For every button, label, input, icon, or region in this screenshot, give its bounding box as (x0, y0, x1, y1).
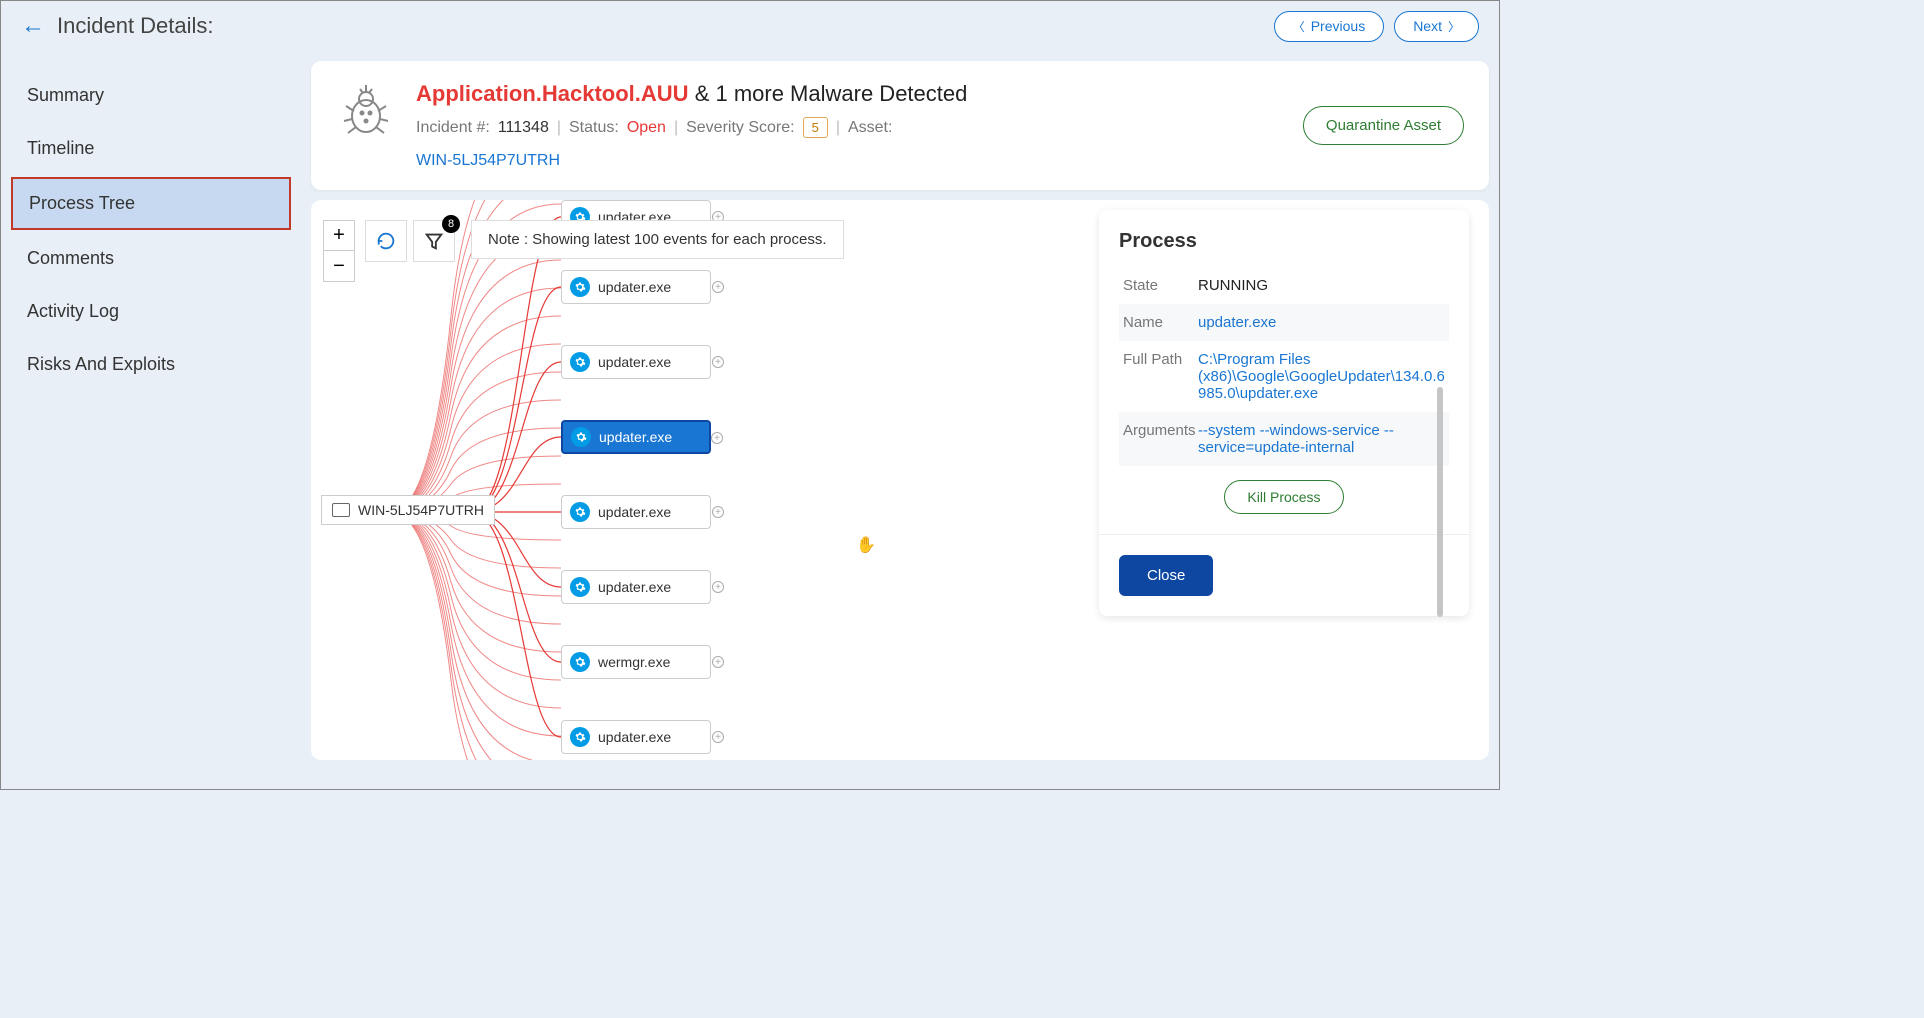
back-arrow-icon[interactable]: ← (21, 12, 45, 40)
details-value: updater.exe (1198, 314, 1445, 331)
asset-link[interactable]: WIN-5LJ54P7UTRH (416, 152, 1283, 170)
root-label: WIN-5LJ54P7UTRH (358, 502, 484, 518)
gear-icon (570, 502, 590, 522)
sidebar: Summary Timeline Process Tree Comments A… (1, 51, 301, 789)
sidebar-item-timeline[interactable]: Timeline (11, 124, 291, 173)
details-label: State (1123, 277, 1198, 294)
tree-note: Note : Showing latest 100 events for eac… (471, 220, 844, 259)
expand-icon[interactable]: + (712, 281, 724, 293)
gear-icon (570, 727, 590, 747)
filter-button[interactable]: 8 (413, 220, 455, 262)
process-label: wermgr.exe (598, 654, 670, 670)
severity-value: 5 (803, 117, 828, 138)
process-node[interactable]: updater.exe+ (561, 345, 711, 379)
filter-badge: 8 (442, 215, 460, 233)
previous-button[interactable]: 〈 Previous (1274, 11, 1384, 42)
pan-cursor-icon: ✋ (856, 535, 876, 555)
process-details-panel: Process StateRUNNINGNameupdater.exeFull … (1099, 210, 1469, 616)
process-node[interactable]: updater.exe+ (561, 720, 711, 754)
sidebar-item-process-tree[interactable]: Process Tree (11, 177, 291, 230)
sidebar-item-comments[interactable]: Comments (11, 234, 291, 283)
page-title: Incident Details: (57, 13, 214, 39)
sidebar-item-risks-exploits[interactable]: Risks And Exploits (11, 340, 291, 389)
process-node[interactable]: updater.exe+ (561, 570, 711, 604)
asset-label: Asset: (848, 119, 892, 137)
incident-num-label: Incident #: (416, 119, 490, 137)
next-label: Next (1413, 18, 1442, 34)
details-row: StateRUNNING (1119, 267, 1449, 304)
process-node[interactable]: updater.exe+ (561, 495, 711, 529)
expand-icon[interactable]: + (712, 656, 724, 668)
details-value: --system --windows-service --service=upd… (1198, 422, 1445, 456)
details-label: Name (1123, 314, 1198, 331)
root-node[interactable]: WIN-5LJ54P7UTRH (321, 495, 495, 525)
expand-icon[interactable]: + (712, 356, 724, 368)
details-row: Full PathC:\Program Files (x86)\Google\G… (1119, 341, 1449, 412)
gear-icon (571, 427, 591, 447)
details-label: Arguments (1123, 422, 1198, 456)
status-value: Open (627, 119, 666, 137)
previous-label: Previous (1311, 18, 1365, 34)
details-value: RUNNING (1198, 277, 1445, 294)
zoom-out-button[interactable]: − (324, 251, 354, 281)
process-label: updater.exe (599, 429, 672, 445)
severity-label: Severity Score: (686, 119, 794, 137)
quarantine-button[interactable]: Quarantine Asset (1303, 106, 1464, 145)
title-suffix: & 1 more Malware Detected (689, 81, 968, 106)
bug-icon (336, 81, 396, 141)
process-tree-canvas[interactable]: + − 8 Note : Showing latest 100 events f… (311, 200, 1489, 760)
chevron-right-icon: 〉 (1448, 18, 1460, 35)
process-label: updater.exe (598, 579, 671, 595)
close-button[interactable]: Close (1119, 555, 1213, 596)
incident-title: Application.Hacktool.AUU & 1 more Malwar… (416, 81, 1283, 107)
details-title: Process (1119, 230, 1449, 253)
process-label: updater.exe (598, 354, 671, 370)
details-row: Arguments--system --windows-service --se… (1119, 412, 1449, 466)
expand-icon[interactable]: + (712, 581, 724, 593)
incident-card: Application.Hacktool.AUU & 1 more Malwar… (311, 61, 1489, 190)
details-value: C:\Program Files (x86)\Google\GoogleUpda… (1198, 351, 1445, 402)
process-label: updater.exe (598, 729, 671, 745)
process-node[interactable]: updater.exe+ (561, 420, 711, 454)
monitor-icon (332, 503, 350, 517)
kill-process-button[interactable]: Kill Process (1224, 480, 1343, 514)
gear-icon (570, 352, 590, 372)
sidebar-item-summary[interactable]: Summary (11, 71, 291, 120)
process-label: updater.exe (598, 504, 671, 520)
sidebar-item-activity-log[interactable]: Activity Log (11, 287, 291, 336)
expand-icon[interactable]: + (712, 731, 724, 743)
expand-icon[interactable]: + (711, 432, 723, 444)
malware-name: Application.Hacktool.AUU (416, 81, 689, 106)
status-label: Status: (569, 119, 619, 137)
details-label: Full Path (1123, 351, 1198, 402)
gear-icon (570, 577, 590, 597)
details-row: Nameupdater.exe (1119, 304, 1449, 341)
next-button[interactable]: Next 〉 (1394, 11, 1479, 42)
details-scrollbar[interactable] (1437, 387, 1443, 617)
gear-icon (570, 652, 590, 672)
process-node[interactable]: wermgr.exe+ (561, 645, 711, 679)
refresh-button[interactable] (365, 220, 407, 262)
expand-icon[interactable]: + (712, 506, 724, 518)
zoom-in-button[interactable]: + (324, 221, 354, 251)
chevron-left-icon: 〈 (1293, 18, 1305, 35)
incident-num-value: 111348 (498, 119, 549, 137)
